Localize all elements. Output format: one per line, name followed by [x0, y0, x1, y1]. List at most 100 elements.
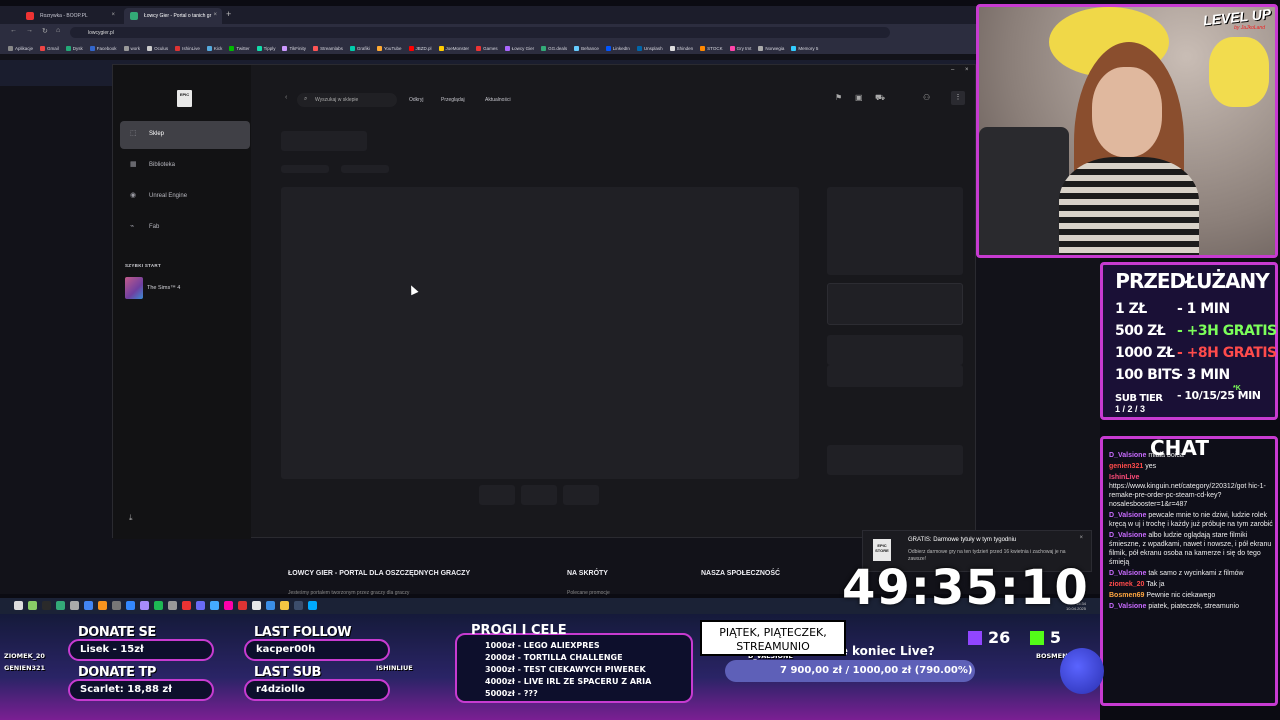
footer-shortcuts-link[interactable]: Polecane promocje [567, 590, 610, 596]
bookmark-item[interactable]: work [123, 43, 140, 54]
sidebar-item-store[interactable]: ⬚ Sklep [120, 121, 250, 149]
bookmark-item[interactable]: Memory 5 [791, 43, 818, 54]
bookmark-label: Behance [581, 46, 599, 51]
taskbar-app-icon[interactable] [42, 601, 51, 610]
bookmark-item[interactable]: Gmail [40, 43, 59, 54]
bookmark-item[interactable]: Streamlabs [313, 43, 343, 54]
back-chevron-icon[interactable]: ‹ [285, 94, 287, 101]
rate-row: SUB TIER - 10/15/25 MIN [1115, 389, 1261, 405]
quick-start-game[interactable]: The Sims™ 4 [147, 285, 180, 291]
nav-news[interactable]: Aktualności [485, 97, 511, 103]
taskbar-app-icon[interactable] [14, 601, 23, 610]
chat-username[interactable]: D_Valsione [1109, 532, 1146, 539]
bookmark-item[interactable]: Kick [206, 43, 222, 54]
home-icon[interactable]: ⌂ [56, 27, 60, 34]
tab-favicon-icon [130, 12, 138, 20]
notification-close-icon[interactable]: × [1079, 535, 1083, 541]
chat-text: Tak ja [1146, 581, 1165, 588]
sidebar-item-unreal[interactable]: ◉ Unreal Engine [120, 183, 250, 211]
taskbar-app-icon[interactable] [182, 601, 191, 610]
bookmark-item[interactable]: TikFinity [282, 43, 306, 54]
bookmark-item[interactable]: Grafiki [349, 43, 370, 54]
goals-title: PROGI I CELE [471, 623, 567, 638]
bookmark-item[interactable]: Games [476, 43, 498, 54]
taskbar-app-icon[interactable] [224, 601, 233, 610]
rate-amount: 100 BITS [1115, 367, 1181, 383]
bookmark-item[interactable]: Facebook [89, 43, 117, 54]
taskbar-app-icon[interactable] [280, 601, 289, 610]
taskbar-app-icon[interactable] [70, 601, 79, 610]
friends-icon[interactable]: ⚇ [923, 93, 930, 102]
bookmark-item[interactable]: Dysk [65, 43, 83, 54]
taskbar-app-icon[interactable] [252, 601, 261, 610]
cart-icon[interactable]: ⛟ [875, 93, 885, 103]
taskbar-app-icon[interactable] [84, 601, 93, 610]
reload-icon[interactable]: ↻ [42, 27, 48, 35]
bookmark-item[interactable]: Oculus [147, 43, 168, 54]
bookmark-item[interactable]: Twitter [229, 43, 250, 54]
taskbar-app-icon[interactable] [294, 601, 303, 610]
chat-username[interactable]: D_Valsione [1109, 512, 1146, 519]
epic-logo[interactable]: EPIC [177, 90, 192, 107]
tab-close-icon[interactable]: × [213, 12, 217, 18]
bookmark-item[interactable]: Norwegia [758, 43, 784, 54]
chat-username[interactable]: D_Valsione [1109, 452, 1146, 459]
bookmark-item[interactable]: JoeMonster [438, 43, 469, 54]
bookmark-item[interactable]: Łowcy Gier [504, 43, 534, 54]
chat-username[interactable]: genien321 [1109, 463, 1143, 470]
bookmark-item[interactable]: GG.deals [541, 43, 567, 54]
wishlist-icon[interactable]: ⚑ [835, 93, 842, 102]
bookmark-item[interactable]: Aplikacje [8, 43, 33, 54]
bookmark-item[interactable]: JBZD.pl [408, 43, 432, 54]
sidebar-item-library[interactable]: ▦ Biblioteka [120, 152, 250, 180]
chat-username[interactable]: IshinLive [1109, 474, 1139, 481]
bookmark-item[interactable]: Behance [574, 43, 599, 54]
close-window-icon[interactable]: × [965, 67, 969, 73]
chat-username[interactable]: ziomek_20 [1109, 581, 1144, 588]
user-avatar[interactable]: ⋮ [951, 91, 965, 105]
new-tab-button[interactable]: + [226, 9, 231, 19]
browser-tab[interactable]: Rozrywka - BOOP.PL × [20, 8, 120, 24]
taskbar-app-icon[interactable] [196, 601, 205, 610]
bookmark-item[interactable]: Shinden [669, 43, 693, 54]
taskbar-app-icon[interactable] [28, 601, 37, 610]
taskbar-app-icon[interactable] [308, 601, 317, 610]
bookmark-favicon-icon [89, 46, 95, 51]
chat-username[interactable]: Bosmen69 [1109, 592, 1144, 599]
taskbar-app-icon[interactable] [140, 601, 149, 610]
taskbar-app-icon[interactable] [168, 601, 177, 610]
nav-browse[interactable]: Przeglądaj [441, 97, 465, 103]
bookmark-item[interactable]: LinkedIn [605, 43, 630, 54]
download-icon[interactable]: ⤓ [129, 513, 133, 523]
bookmark-item[interactable]: Tipply [256, 43, 275, 54]
taskbar-app-icon[interactable] [98, 601, 107, 610]
bookmark-label: LinkedIn [612, 46, 630, 51]
sims-thumbnail[interactable] [125, 277, 143, 299]
tab-close-icon[interactable]: × [111, 12, 115, 18]
notification-title: GRATIS: Darmowe tytuły w tym tygodniu [908, 537, 1017, 543]
browser-tab-active[interactable]: Łowcy Gier - Portal o tanich gr × [124, 8, 222, 24]
bookmark-item[interactable]: Unsplash [636, 43, 663, 54]
gift-icon[interactable]: ▣ [855, 93, 863, 102]
bookmark-item[interactable]: STOCK [700, 43, 723, 54]
minimize-icon[interactable]: – [951, 67, 954, 73]
taskbar-app-icon[interactable] [238, 601, 247, 610]
taskbar-app-icon[interactable] [126, 601, 135, 610]
rate-amount: SUB TIER [1115, 393, 1163, 404]
chat-username[interactable]: D_Valsione [1109, 603, 1146, 610]
sidebar-item-fab[interactable]: ⌁ Fab [120, 214, 250, 242]
bookmark-item[interactable]: Gry tmt [729, 43, 751, 54]
nav-discover[interactable]: Odkryj [409, 97, 423, 103]
bookmark-item[interactable]: YouTube [376, 43, 402, 54]
store-search-input[interactable]: ⌕ Wyszukaj w sklepie [297, 93, 397, 107]
taskbar-app-icon[interactable] [112, 601, 121, 610]
forward-icon[interactable]: → [26, 27, 33, 34]
chat-username[interactable]: D_Valsione [1109, 570, 1146, 577]
taskbar-app-icon[interactable] [56, 601, 65, 610]
url-input[interactable]: lowcygier.pl [70, 27, 890, 38]
taskbar-app-icon[interactable] [266, 601, 275, 610]
taskbar-app-icon[interactable] [210, 601, 219, 610]
taskbar-app-icon[interactable] [154, 601, 163, 610]
back-icon[interactable]: ← [10, 27, 17, 34]
bookmark-item[interactable]: IshinLive [175, 43, 200, 54]
